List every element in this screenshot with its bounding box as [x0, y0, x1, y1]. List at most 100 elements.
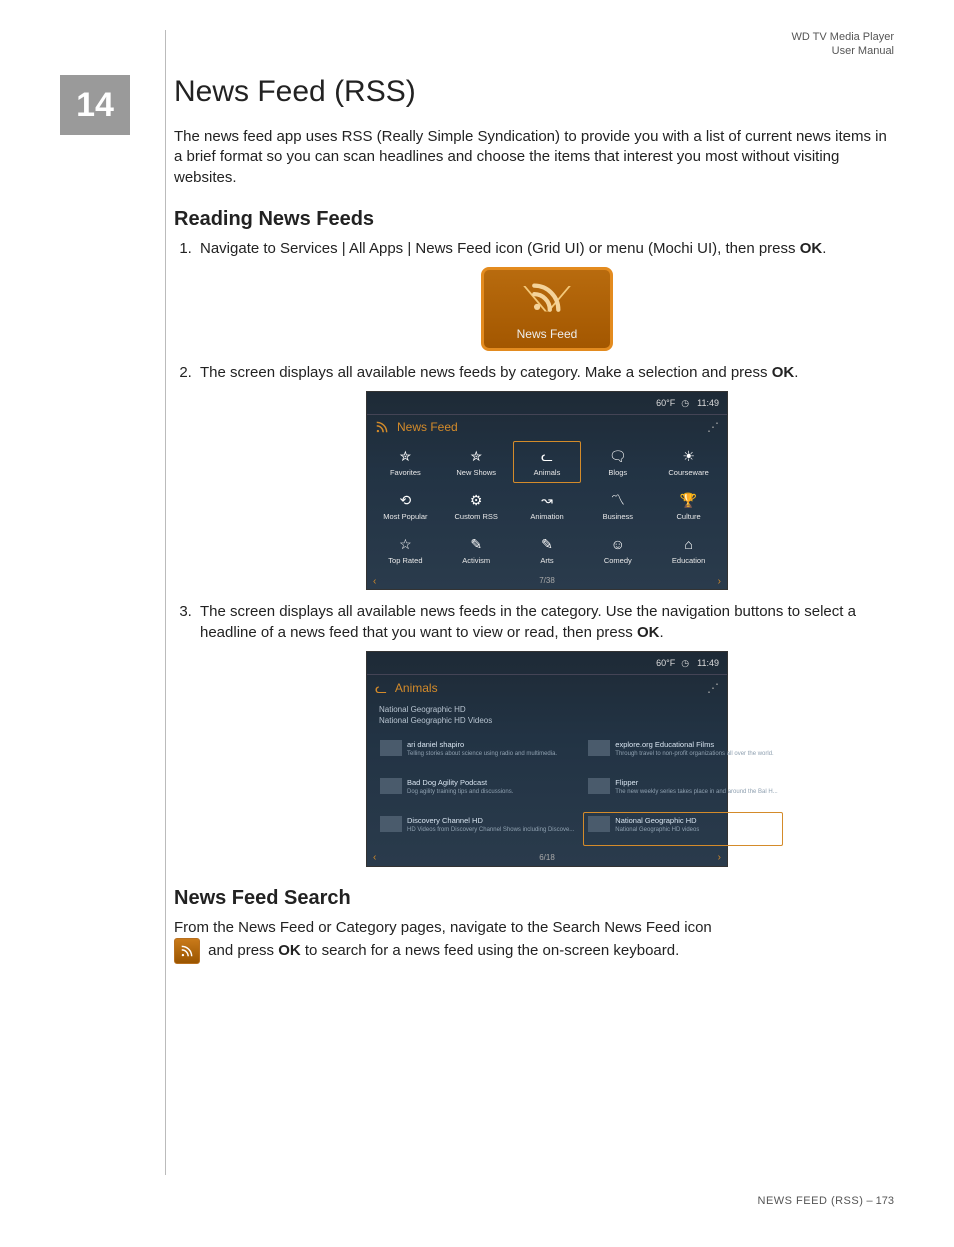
pager-text: 7/38 — [539, 576, 555, 587]
category-cell: ☆ Top Rated — [371, 529, 440, 571]
shot-title: ᓚ Animals — [367, 675, 727, 704]
category-icon: ⚙ — [470, 491, 483, 510]
tile-label: News Feed — [484, 326, 610, 342]
feed-title: ari daniel shapiro — [407, 740, 557, 750]
page-title: News Feed (RSS) — [166, 75, 894, 109]
temperature: 60°F — [656, 397, 675, 409]
category-icon: ↝ — [541, 491, 553, 510]
header: WD TV Media Player User Manual — [792, 30, 895, 59]
feed-subtitle: Through travel to non-profit organizatio… — [615, 750, 773, 758]
section-heading-search: News Feed Search — [166, 887, 894, 910]
category-label: Animals — [534, 468, 561, 478]
step-3: The screen displays all available news f… — [196, 602, 894, 867]
category-label: Comedy — [604, 556, 632, 566]
category-label: Arts — [540, 556, 553, 566]
feed-thumbnail — [380, 740, 402, 756]
feed-thumbnail — [588, 816, 610, 832]
feed-thumbnail — [588, 778, 610, 794]
feed-thumbnail — [380, 778, 402, 794]
feed-item: explore.org Educational FilmsThrough tra… — [583, 736, 782, 770]
status-bar: 60°F 11:49 — [367, 652, 727, 675]
rss-icon — [375, 420, 389, 434]
category-icon: ⟲ — [400, 491, 412, 510]
feed-subtitle: Dog agility training tips and discussion… — [407, 788, 513, 796]
feed-subtitle: National Geographic HD videos — [615, 826, 699, 834]
category-label: Education — [672, 556, 705, 566]
category-label: Courseware — [668, 468, 708, 478]
category-cell: ⚙ Custom RSS — [442, 485, 511, 527]
clock-icon — [681, 657, 691, 669]
footer-chapter: NEWS FEED (RSS) — [758, 1195, 864, 1207]
temperature: 60°F — [656, 657, 675, 669]
feed-thumbnail — [380, 816, 402, 832]
clock-icon — [681, 397, 691, 409]
status-bar: 60°F 11:49 — [367, 392, 727, 415]
section-heading-reading: Reading News Feeds — [166, 208, 894, 231]
feed-subtitle: HD Videos from Discovery Channel Shows i… — [407, 826, 574, 834]
rss-icon — [530, 280, 564, 314]
chapter-number-badge: 14 — [60, 75, 130, 135]
footer: NEWS FEED (RSS) – 173 — [60, 1195, 894, 1207]
header-product: WD TV Media Player — [792, 30, 895, 44]
pager-text: 6/18 — [539, 853, 555, 864]
search-paragraph: From the News Feed or Category pages, na… — [166, 918, 894, 964]
next-arrow-icon: › — [718, 851, 721, 865]
category-label: Blogs — [608, 468, 627, 478]
category-icon: ✎ — [541, 535, 553, 554]
feed-item: National Geographic HDNational Geographi… — [583, 812, 782, 846]
wifi-icon — [707, 419, 719, 435]
category-cell: 〽 Business — [583, 485, 652, 527]
prev-arrow-icon: ‹ — [373, 575, 376, 589]
category-cell: 🏆Culture — [654, 485, 723, 527]
feed-title: Discovery Channel HD — [407, 816, 574, 826]
feed-item: Bad Dog Agility PodcastDog agility train… — [375, 774, 579, 808]
news-feed-tile: ⟍⟋ News Feed — [481, 267, 613, 351]
intro-paragraph: The news feed app uses RSS (Really Simpl… — [166, 127, 894, 188]
next-arrow-icon: › — [718, 575, 721, 589]
category-label: Custom RSS — [455, 512, 498, 522]
category-label: Favorites — [390, 468, 421, 478]
category-label: Top Rated — [388, 556, 422, 566]
category-icon: ☀ — [682, 447, 695, 466]
wifi-icon — [707, 680, 719, 696]
feed-item: Discovery Channel HDHD Videos from Disco… — [375, 812, 579, 846]
category-cell: ✮New Shows — [442, 441, 511, 483]
category-icon: ⌂ — [684, 535, 692, 554]
shot-title: News Feed — [367, 415, 727, 441]
category-icon: ☺ — [611, 535, 625, 554]
feed-item: FlipperThe new weekly series takes place… — [583, 774, 782, 808]
step-1: Navigate to Services | All Apps | News F… — [196, 239, 894, 351]
category-label: Animation — [530, 512, 563, 522]
breadcrumb-links: National Geographic HD National Geograph… — [367, 704, 727, 730]
category-cell: ✎ Arts — [513, 529, 582, 571]
category-icon: ☆ — [399, 535, 412, 554]
category-cell: 🗨 Blogs — [583, 441, 652, 483]
category-cell: ✮Favorites — [371, 441, 440, 483]
category-cell: ☀ Courseware — [654, 441, 723, 483]
feed-title: Flipper — [615, 778, 777, 788]
feed-title: Bad Dog Agility Podcast — [407, 778, 513, 788]
pager: ‹ 7/38 › — [367, 573, 727, 589]
category-grid: ✮Favorites✮New ShowsᓚAnimals🗨Blogs☀Cours… — [367, 441, 727, 573]
category-icon: 🗨 — [609, 447, 627, 466]
category-cell: ☺ Comedy — [583, 529, 652, 571]
feed-subtitle: Telling stories about science using radi… — [407, 750, 557, 758]
screenshot-categories: 60°F 11:49 News Feed — [366, 391, 728, 590]
category-cell: ᓚAnimals — [513, 441, 582, 483]
page: WD TV Media Player User Manual 14 News F… — [0, 0, 954, 1247]
category-label: Business — [603, 512, 633, 522]
feed-thumbnail — [588, 740, 610, 756]
category-cell: ↝ Animation — [513, 485, 582, 527]
feed-subtitle: The new weekly series takes place in and… — [615, 788, 777, 796]
category-cell: ⌂ Education — [654, 529, 723, 571]
category-icon: 🏆 — [680, 491, 697, 510]
category-label: Most Popular — [383, 512, 427, 522]
category-cell: ⟲ Most Popular — [371, 485, 440, 527]
feed-title: explore.org Educational Films — [615, 740, 773, 750]
pager: ‹ 6/18 › — [367, 850, 727, 866]
category-icon: 〽 — [611, 491, 625, 510]
clock-time: 11:49 — [697, 657, 719, 669]
search-rss-icon — [174, 938, 200, 964]
footer-page-number: 173 — [876, 1195, 894, 1207]
category-icon: ✮ — [470, 447, 482, 466]
